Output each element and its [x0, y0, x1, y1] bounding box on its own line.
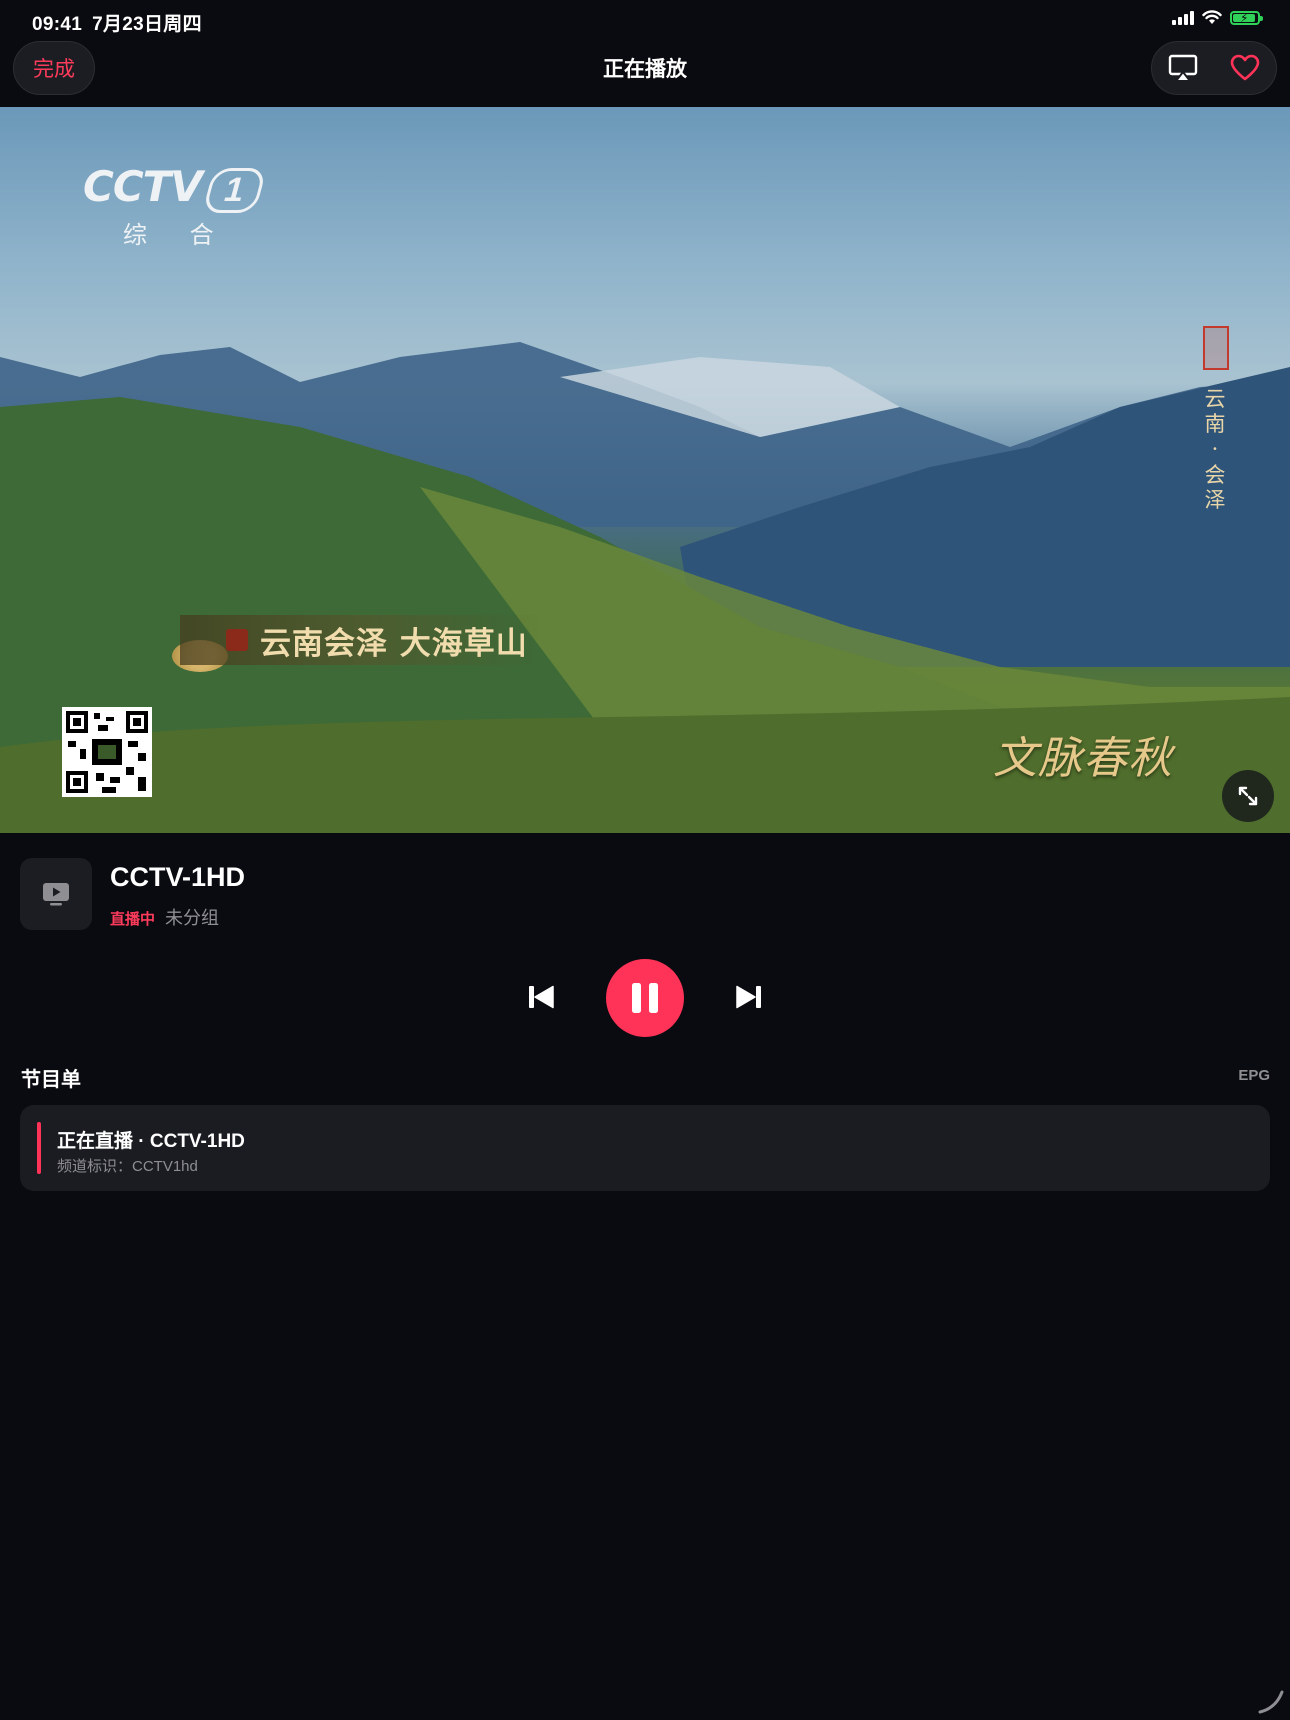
epg-label: EPG — [1238, 1067, 1270, 1084]
program-list-title: 节目单 — [21, 1069, 81, 1091]
charging-bolt-icon: ⚡ — [1240, 10, 1249, 25]
previous-channel-button[interactable] — [522, 978, 560, 1016]
status-date: 7月23日周四 — [92, 14, 202, 35]
airplay-button[interactable] — [1163, 48, 1203, 88]
channel-logo: CCTV 1 综 合 — [83, 162, 267, 250]
airplay-icon — [1168, 54, 1198, 82]
program-subtitle: 频道标识：CCTV1hd — [57, 1158, 198, 1175]
nav-bar: 完成 正在播放 — [0, 38, 1290, 108]
video-player[interactable]: CCTV 1 综 合 云南 · 会泽 云南会泽 大海草山 文脉春秋 — [0, 107, 1290, 833]
seal-stamp — [1203, 326, 1229, 370]
qr-code — [62, 707, 152, 797]
heart-icon — [1230, 54, 1260, 81]
tv-play-icon — [43, 883, 69, 906]
program-watermark: 文脉春秋 — [993, 733, 1173, 784]
caption-seal-icon — [226, 629, 248, 651]
fullscreen-button[interactable] — [1222, 770, 1274, 822]
channel-logo-text: CCTV — [83, 162, 203, 211]
cellular-signal-icon — [1172, 10, 1194, 25]
status-bar: 09:41 7月23日周四 ⚡ — [0, 0, 1290, 40]
expand-icon — [1238, 786, 1258, 806]
location-vertical-text: 云南 · 会泽 — [1204, 387, 1226, 512]
live-badge: 直播中 — [110, 911, 156, 928]
channel-meta: 直播中 未分组 — [110, 904, 219, 930]
status-icons: ⚡ — [1172, 10, 1263, 25]
video-caption: 云南会泽 大海草山 — [180, 615, 540, 665]
status-time: 09:41 7月23日周四 — [32, 9, 202, 36]
program-list-item[interactable]: 正在直播 · CCTV-1HD 频道标识：CCTV1hd — [20, 1105, 1270, 1191]
status-clock: 09:41 — [32, 14, 83, 35]
live-indicator-bar — [37, 1122, 41, 1174]
resize-handle-icon — [1258, 1690, 1284, 1714]
channel-logo-number: 1 — [201, 168, 267, 213]
skip-forward-icon — [736, 985, 761, 1009]
program-title: 正在直播 · CCTV-1HD — [57, 1131, 245, 1152]
skip-back-icon — [529, 985, 554, 1009]
channel-group: 未分组 — [165, 908, 220, 928]
page-title: 正在播放 — [603, 58, 687, 81]
pause-icon — [632, 983, 658, 1013]
pause-button[interactable] — [606, 959, 684, 1037]
next-channel-button[interactable] — [730, 978, 768, 1016]
channel-logo-subtitle: 综 合 — [123, 222, 232, 249]
wifi-icon — [1202, 10, 1222, 24]
nav-actions — [1151, 41, 1277, 95]
battery-icon: ⚡ — [1230, 10, 1263, 25]
caption-text: 云南会泽 大海草山 — [260, 625, 528, 662]
channel-name: CCTV-1HD — [110, 862, 246, 892]
favorite-button[interactable] — [1225, 48, 1265, 88]
channel-thumbnail — [20, 858, 92, 930]
